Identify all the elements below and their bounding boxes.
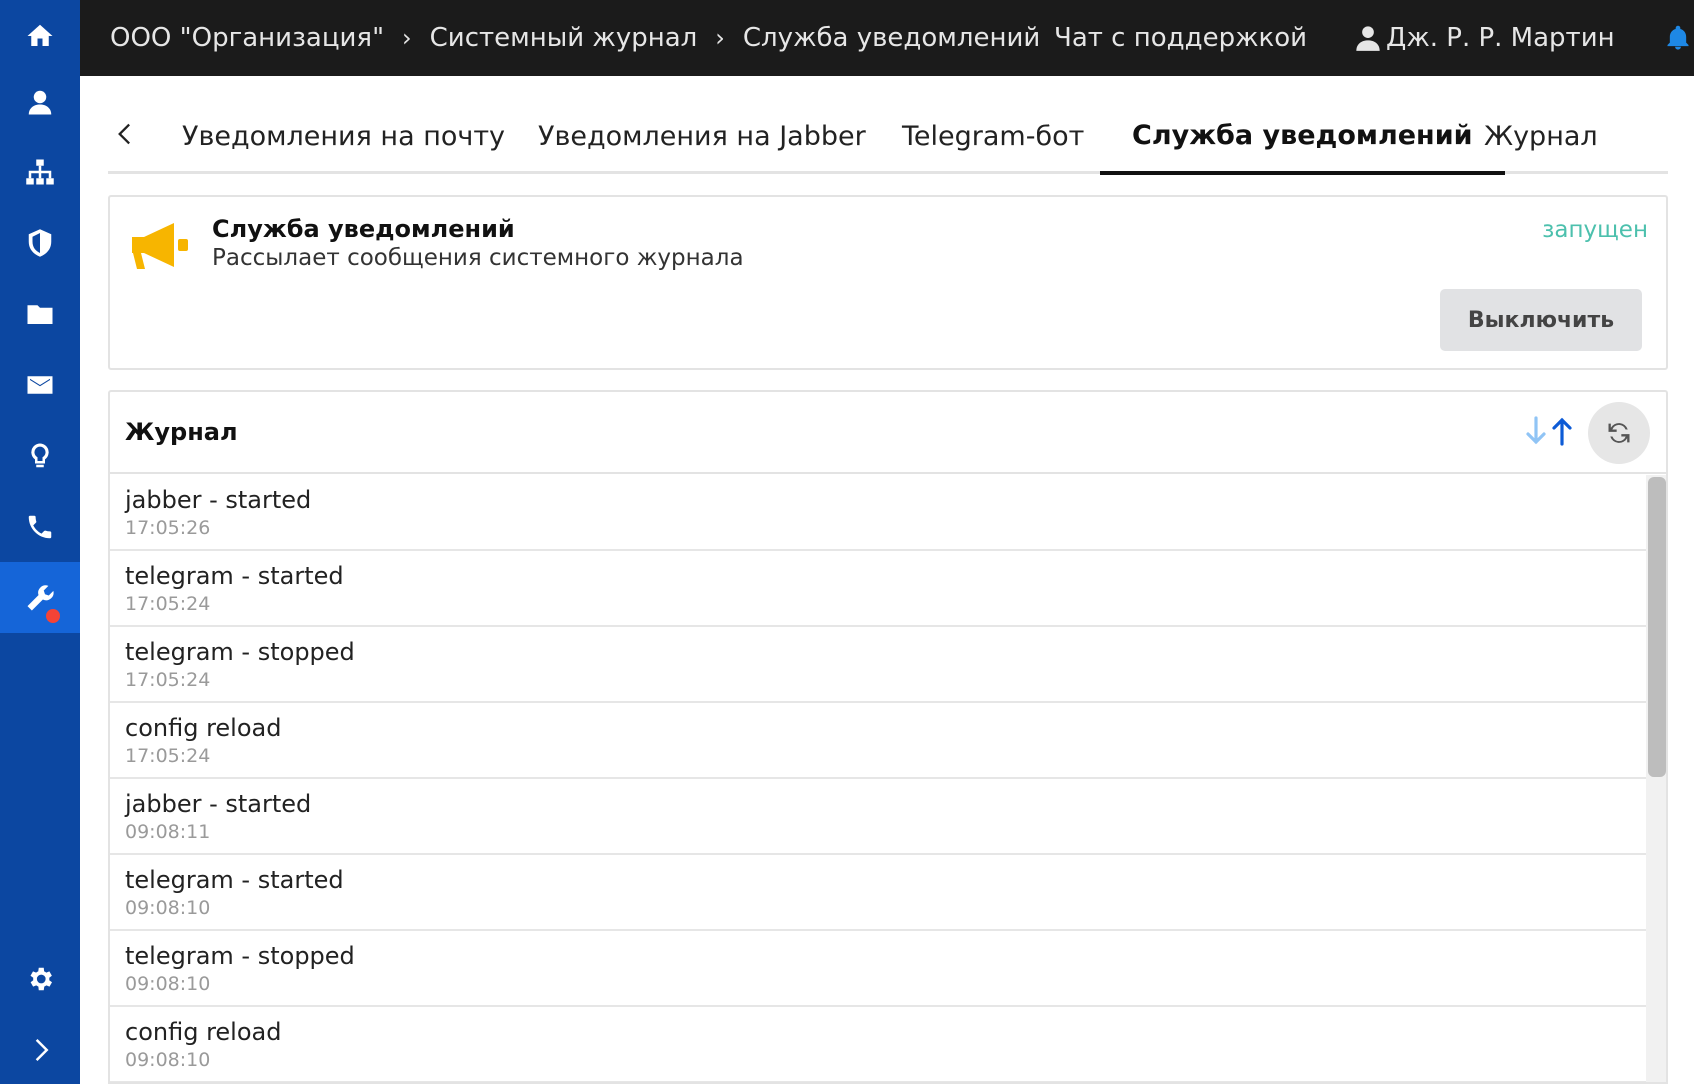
breadcrumb: ООО "Организация" › Системный журнал › С… (110, 0, 1040, 76)
log-entry-time: 09:08:11 (125, 821, 211, 843)
sort-descending-icon[interactable] (1522, 414, 1550, 448)
log-entry-time: 17:05:26 (125, 517, 211, 539)
gear-icon (30, 967, 53, 990)
top-bar: ООО "Организация" › Системный журнал › С… (80, 0, 1694, 76)
breadcrumb-separator: › (402, 24, 412, 52)
log-panel: Журнал jabber - started 17:05:26 telegra… (108, 390, 1668, 1084)
support-chat-link[interactable]: Чат с поддержкой (1054, 0, 1307, 76)
log-entry: jabber - started 09:08:11 (110, 779, 1646, 855)
log-entry: telegram - stopped 09:08:10 (110, 931, 1646, 1007)
sidebar-item-files[interactable] (0, 278, 80, 349)
sidebar-item-security[interactable] (0, 207, 80, 278)
log-entry-message: telegram - stopped (125, 942, 355, 970)
breadcrumb-item-organization[interactable]: ООО "Организация" (110, 23, 384, 53)
sidebar-item-network[interactable] (0, 136, 80, 207)
log-scrollbar[interactable] (1646, 475, 1666, 1082)
tab-telegram-bot[interactable]: Telegram-бот (902, 100, 1084, 172)
log-entry-message: config reload (125, 714, 282, 742)
log-entry: telegram - started 17:05:24 (110, 551, 1646, 627)
tab-journal[interactable]: Журнал (1484, 100, 1598, 172)
home-icon (27, 24, 53, 46)
log-entry: jabber - started 17:05:26 (110, 475, 1646, 551)
log-title: Журнал (125, 418, 238, 446)
log-entry-time: 17:05:24 (125, 669, 211, 691)
log-entry-message: jabber - started (125, 486, 312, 514)
folder-icon (27, 304, 53, 324)
log-entry-message: jabber - started (125, 790, 312, 818)
service-card: Служба уведомлений Рассылает сообщения с… (108, 195, 1668, 370)
lightbulb-icon (31, 443, 49, 467)
sidebar (0, 0, 80, 1084)
mail-icon (27, 375, 53, 394)
sidebar-item-tools[interactable] (0, 562, 80, 633)
sidebar-item-settings[interactable] (0, 943, 80, 1014)
phone-icon (28, 515, 52, 538)
chevron-left-icon (118, 123, 130, 145)
notification-badge (46, 609, 60, 623)
log-entry-time: 17:05:24 (125, 745, 211, 767)
sidebar-item-mail[interactable] (0, 349, 80, 420)
sidebar-item-telephony[interactable] (0, 491, 80, 562)
service-title: Служба уведомлений (212, 215, 515, 243)
service-status: запущен (1542, 217, 1648, 243)
log-entry: telegram - started 09:08:10 (110, 855, 1646, 931)
disable-service-button[interactable]: Выключить (1440, 289, 1642, 351)
log-entry-time: 09:08:10 (125, 897, 211, 919)
log-entry: telegram - stopped 17:05:24 (110, 627, 1646, 703)
breadcrumb-item-notification-service: Служба уведомлений (742, 23, 1041, 53)
user-name: Дж. Р. Р. Мартин (1386, 23, 1615, 53)
log-entry-message: config reload (125, 1018, 282, 1046)
wrench-icon (27, 584, 54, 610)
sidebar-item-ideas[interactable] (0, 420, 80, 491)
tab-bar: Уведомления на почту Уведомления на Jabb… (108, 100, 1668, 175)
log-entry-time: 09:08:10 (125, 973, 211, 995)
breadcrumb-item-system-log[interactable]: Системный журнал (430, 23, 698, 53)
sitemap-icon (26, 159, 54, 184)
sidebar-expand-button[interactable] (0, 1014, 80, 1084)
refresh-button[interactable] (1588, 402, 1650, 464)
log-scrollbar-thumb[interactable] (1648, 477, 1666, 777)
sidebar-item-home[interactable] (0, 0, 80, 71)
bell-icon (1667, 25, 1689, 50)
log-entry-time: 17:05:24 (125, 593, 211, 615)
log-entry-message: telegram - started (125, 562, 344, 590)
user-menu[interactable]: Дж. Р. Р. Мартин (1354, 0, 1615, 76)
log-entry-message: telegram - started (125, 866, 344, 894)
log-list: jabber - started 17:05:26 telegram - sta… (110, 475, 1646, 1082)
refresh-icon (1608, 423, 1630, 443)
log-entry-time: 09:08:10 (125, 1049, 211, 1071)
log-entry: config reload 17:05:24 (110, 703, 1646, 779)
shield-icon (28, 228, 52, 257)
log-entry: config reload 09:08:10 (110, 1007, 1646, 1082)
tab-jabber-notifications[interactable]: Уведомления на Jabber (538, 100, 866, 172)
user-icon (28, 90, 52, 114)
breadcrumb-separator: › (715, 24, 725, 52)
tabs-scroll-left-button[interactable] (108, 114, 144, 154)
log-header: Журнал (110, 392, 1666, 474)
user-icon (1356, 26, 1380, 51)
chevron-right-icon (35, 1038, 49, 1061)
megaphone-icon (132, 223, 188, 269)
service-description: Рассылает сообщения системного журнала (212, 245, 744, 271)
sidebar-item-users[interactable] (0, 66, 80, 137)
tab-notification-service[interactable]: Служба уведомлений (1100, 100, 1505, 175)
log-entry-message: telegram - stopped (125, 638, 355, 666)
tab-email-notifications[interactable]: Уведомления на почту (182, 100, 505, 172)
notifications-button[interactable] (1664, 0, 1692, 76)
sort-ascending-icon[interactable] (1548, 414, 1576, 448)
